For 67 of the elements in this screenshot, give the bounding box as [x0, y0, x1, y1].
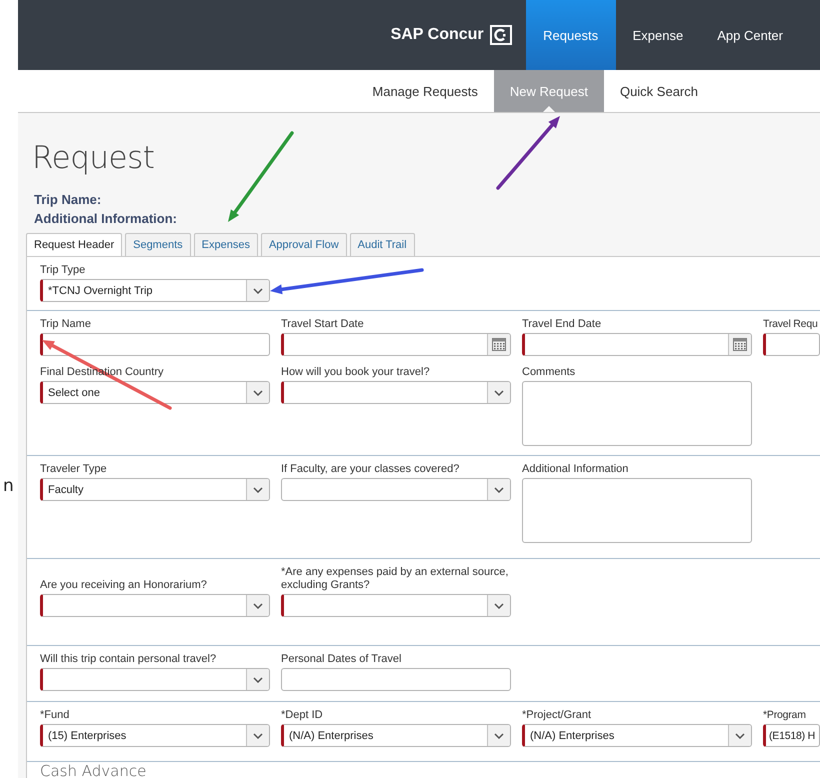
field-label: Travel End Date — [522, 318, 602, 331]
chevron-down-icon — [494, 390, 504, 396]
chevron-down-icon — [253, 390, 263, 396]
dropdown-field[interactable] — [40, 668, 270, 691]
chevron-down-icon — [253, 486, 263, 492]
chevron-down-icon — [253, 676, 263, 682]
date-field[interactable] — [281, 333, 511, 356]
input-field[interactable] — [281, 668, 511, 691]
field-label: Additional Information — [522, 463, 630, 476]
sub-nav-tab[interactable]: Quick Search — [604, 70, 714, 112]
field-label: Trip Type — [40, 264, 86, 277]
side-text: n — [3, 476, 14, 496]
dropdown-field[interactable]: Select one — [40, 381, 270, 404]
dropdown-field[interactable] — [40, 594, 270, 617]
dropdown-field[interactable]: (15) Enterprises — [40, 724, 270, 747]
input-field[interactable] — [763, 333, 820, 356]
calendar-icon — [492, 338, 506, 351]
dropdown-field[interactable] — [281, 594, 511, 617]
logo: SAP Concur — [390, 0, 512, 70]
sub-nav-tab[interactable]: Manage Requests — [356, 70, 494, 112]
dropdown-field[interactable]: (N/A) Enterprises — [522, 724, 752, 747]
field-label: Traveler Type — [40, 463, 108, 476]
field-label: Travel Start Date — [281, 318, 365, 331]
tab[interactable]: Approval Flow — [260, 233, 347, 257]
dropdown-field[interactable] — [281, 478, 511, 501]
chevron-down-icon — [253, 732, 263, 738]
field-label: Comments — [522, 366, 576, 379]
dropdown-field[interactable]: Faculty — [40, 478, 270, 501]
field-label: If Faculty, are your classes covered? — [281, 463, 460, 476]
page-title: Request — [32, 140, 156, 176]
chevron-down-icon — [253, 602, 263, 608]
text-area[interactable] — [522, 478, 752, 543]
tab[interactable]: Expenses — [194, 233, 258, 257]
field-label: *Program — [763, 709, 807, 722]
input-field[interactable] — [40, 333, 270, 356]
dropdown-field[interactable]: (N/A) Enterprises — [281, 724, 511, 747]
field-label: Are you receiving an Honorarium? — [40, 579, 208, 592]
field-label: Trip Name — [40, 318, 92, 331]
nav-tab[interactable]: App Center — [700, 0, 800, 70]
tab[interactable]: Segments — [125, 233, 191, 257]
field-label: *Dept ID — [281, 709, 324, 722]
chevron-down-icon — [494, 486, 504, 492]
tab[interactable]: Audit Trail — [350, 233, 415, 257]
chevron-down-icon — [494, 602, 504, 608]
dropdown-field[interactable]: *TCNJ Overnight Trip — [40, 279, 270, 302]
nav-tab[interactable]: Expense — [616, 0, 700, 70]
chevron-down-icon — [253, 288, 263, 294]
date-field[interactable] — [522, 333, 752, 356]
dropdown-field[interactable] — [281, 381, 511, 404]
logo-icon — [490, 25, 512, 45]
tab[interactable]: Request Header — [26, 233, 122, 257]
chevron-down-icon — [735, 732, 745, 738]
field-label: *Project/Grant — [522, 709, 592, 722]
field-label: *Fund — [40, 709, 70, 722]
section-title: Cash Advance — [40, 762, 146, 778]
input-field[interactable]: (E1518) H — [763, 724, 820, 747]
field-label: Travel Requ — [763, 318, 819, 331]
nav-tab[interactable]: Requests — [526, 0, 616, 70]
calendar-icon — [733, 338, 747, 351]
text-area[interactable] — [522, 381, 752, 446]
field-label: *Are any expenses paid by an external source, excluding Grants? — [281, 566, 510, 592]
field-label: How will you book your travel? — [281, 366, 431, 379]
chevron-down-icon — [494, 732, 504, 738]
header-label: Additional Information: — [34, 210, 178, 228]
field-label: Personal Dates of Travel — [281, 653, 402, 666]
field-label: Will this trip contain personal travel? — [40, 653, 218, 666]
header-label: Trip Name: — [34, 191, 102, 209]
